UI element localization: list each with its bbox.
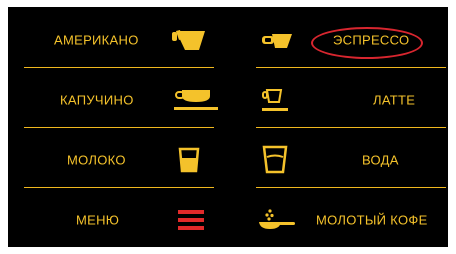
menu-button[interactable]: МЕНЮ (24, 191, 220, 247)
row-divider (24, 67, 214, 68)
espresso-highlight-circle (311, 27, 423, 59)
cappuccino-button[interactable]: КАПУЧИНО (24, 71, 220, 129)
row-divider (256, 67, 446, 68)
milk-glass-icon (177, 146, 201, 174)
latte-label: ЛАТТЕ (373, 92, 416, 108)
cappuccino-cup-icon (174, 87, 218, 113)
coffee-machine-display: АМЕРИКАНО ЭСПРЕССО КАПУЧИНО ЛАТТЕ МОЛОКО… (8, 7, 448, 247)
row-divider (256, 127, 446, 128)
water-glass-icon (262, 145, 288, 175)
espresso-cup-icon (260, 28, 294, 52)
ground-coffee-label: МОЛОТЫЙ КОФЕ (316, 212, 428, 228)
menu-label: МЕНЮ (76, 212, 120, 228)
latte-glass-icon (262, 87, 288, 113)
coffee-scoop-icon (256, 207, 296, 233)
americano-label: АМЕРИКАНО (54, 32, 139, 48)
row-divider (24, 187, 214, 188)
water-label: ВОДА (362, 152, 399, 168)
row-divider (256, 187, 446, 188)
hamburger-menu-icon (178, 209, 204, 231)
milk-label: МОЛОКО (67, 152, 126, 168)
water-button[interactable]: ВОДА (248, 131, 444, 189)
milk-button[interactable]: МОЛОКО (24, 131, 220, 189)
americano-button[interactable]: АМЕРИКАНО (24, 11, 220, 69)
cappuccino-label: КАПУЧИНО (60, 92, 134, 108)
row-divider (24, 127, 214, 128)
ground-coffee-button[interactable]: МОЛОТЫЙ КОФЕ (248, 191, 444, 247)
americano-cup-icon (172, 26, 214, 54)
latte-button[interactable]: ЛАТТЕ (248, 71, 444, 129)
